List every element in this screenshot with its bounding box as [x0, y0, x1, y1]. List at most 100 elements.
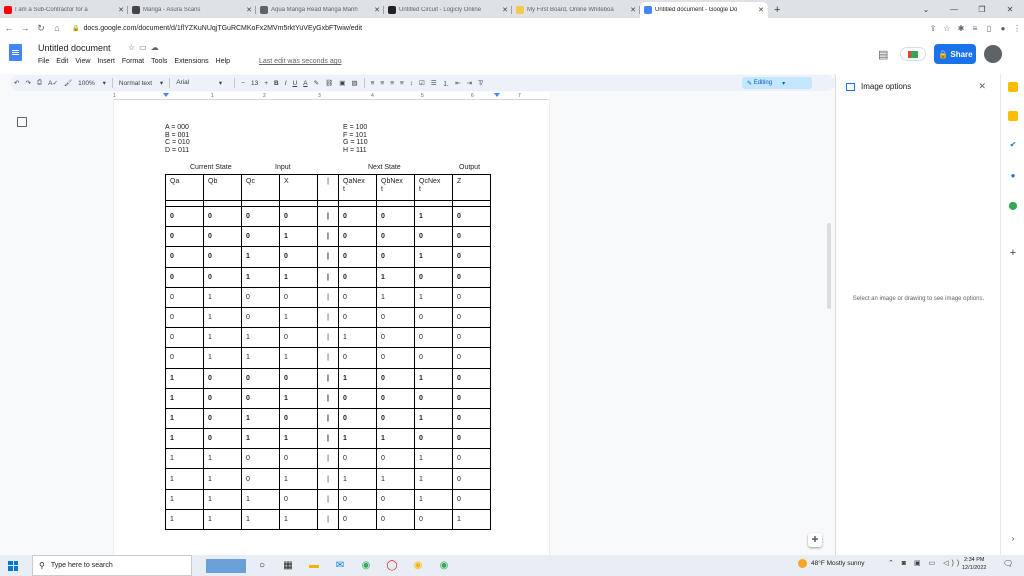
table-cell[interactable]: 1	[376, 266, 415, 288]
decrease-size-icon[interactable]: −	[241, 80, 245, 87]
table-cell[interactable]: 1	[414, 367, 453, 389]
text-color-icon[interactable]: A	[303, 80, 307, 87]
table-cell[interactable]: |	[317, 226, 339, 248]
keep-icon[interactable]	[1008, 111, 1018, 121]
opera-icon[interactable]: ◯	[382, 559, 402, 573]
browser-menu-icon[interactable]: ⋮	[1010, 24, 1024, 33]
menu-insert[interactable]: Insert	[97, 58, 115, 65]
table-cell[interactable]: 0	[279, 488, 318, 510]
table-cell[interactable]: 0	[452, 266, 491, 288]
table-cell[interactable]: |	[317, 327, 339, 349]
justify-icon[interactable]: ≡	[400, 80, 404, 87]
table-cell[interactable]: |	[317, 266, 339, 288]
increase-indent-icon[interactable]: ⇥	[467, 79, 472, 87]
zoom-select[interactable]: 100% ▾	[78, 79, 106, 87]
tab-search-icon[interactable]: ⌄	[912, 5, 940, 14]
table-cell[interactable]: 0	[452, 306, 491, 329]
lock-icon[interactable]: 🔒	[72, 25, 79, 32]
restore-icon[interactable]: ❐	[968, 5, 996, 14]
table-cell[interactable]: 0	[376, 367, 415, 389]
table-cell[interactable]: 0	[376, 205, 415, 228]
table-cell[interactable]: 1	[165, 387, 204, 409]
table-cell[interactable]: 0	[338, 205, 377, 228]
table-cell[interactable]: |	[317, 508, 339, 531]
menu-file[interactable]: File	[38, 58, 49, 65]
side-panel-icon[interactable]: ▯	[982, 24, 996, 33]
table-cell[interactable]: 1	[338, 327, 377, 349]
undo-icon[interactable]: ↶	[14, 79, 19, 87]
table-cell[interactable]: 1	[279, 428, 318, 450]
back-icon[interactable]: ←	[2, 23, 16, 33]
taskbar-search-input[interactable]: ⚲ Type here to search	[32, 555, 192, 576]
table-cell[interactable]: |	[317, 448, 339, 470]
browser-tab[interactable]: Aqua Manga Read Manga Manh ✕	[256, 2, 384, 18]
table-cell[interactable]: 0	[165, 226, 204, 248]
close-icon[interactable]: ✕	[978, 81, 986, 92]
table-cell[interactable]: 0	[165, 246, 204, 268]
table-cell[interactable]: 0	[452, 468, 491, 490]
table-cell[interactable]: 1	[376, 428, 415, 450]
close-tab-icon[interactable]: ✕	[758, 6, 764, 14]
table-cell[interactable]: 0	[414, 347, 453, 369]
calendar-icon[interactable]	[1008, 82, 1018, 92]
table-cell[interactable]: |	[317, 246, 339, 268]
table-cell[interactable]: 0	[338, 226, 377, 248]
table-cell[interactable]: |	[317, 367, 339, 389]
table-cell[interactable]: 0	[165, 266, 204, 288]
table-cell[interactable]: 1	[241, 407, 280, 430]
table-cell[interactable]: 0	[376, 226, 415, 248]
table-cell[interactable]: 0	[241, 306, 280, 329]
table-cell[interactable]: 0	[241, 468, 280, 490]
table-cell[interactable]: 0	[376, 488, 415, 510]
table-cell[interactable]: 1	[279, 468, 318, 490]
table-cell[interactable]: |	[317, 306, 339, 329]
table-cell[interactable]: 0	[165, 306, 204, 329]
table-cell[interactable]: 0	[376, 306, 415, 329]
table-cell[interactable]: 1	[414, 205, 453, 228]
table-cell[interactable]: 1	[414, 286, 453, 308]
font-select[interactable]: Arial ▾	[176, 79, 228, 87]
cloud-status-icon[interactable]: ☁	[151, 43, 163, 52]
table-cell[interactable]: 1	[279, 347, 318, 369]
table-cell[interactable]: 0	[338, 306, 377, 329]
table-cell[interactable]: 1	[376, 286, 415, 308]
table-cell[interactable]: 1	[279, 306, 318, 329]
table-cell[interactable]: 1	[203, 508, 242, 531]
table-cell[interactable]: 1	[414, 448, 453, 470]
table-cell[interactable]: 0	[203, 246, 242, 268]
font-size-input[interactable]: 13	[251, 80, 258, 87]
bullet-list-icon[interactable]: ☰	[431, 79, 437, 87]
table-cell[interactable]: 0	[279, 286, 318, 308]
start-icon[interactable]	[8, 560, 18, 571]
paint-format-icon[interactable]: 🖌	[64, 79, 72, 87]
table-cell[interactable]: 0	[279, 448, 318, 470]
comments-icon[interactable]: ▤	[878, 48, 888, 61]
mail-icon[interactable]: ✉	[330, 559, 350, 573]
browser-tab[interactable]: My First Board, Online Whiteboa ✕	[512, 2, 640, 18]
docs-logo-icon[interactable]	[9, 44, 22, 61]
table-cell[interactable]: 0	[452, 205, 491, 228]
file-explorer-icon[interactable]: ▬	[304, 559, 324, 573]
table-cell[interactable]: 0	[338, 488, 377, 510]
maps-icon[interactable]: ⬤	[1008, 201, 1018, 211]
table-cell[interactable]: 1	[165, 448, 204, 470]
table-cell[interactable]: 1	[165, 508, 204, 531]
weather-widget-icon[interactable]	[206, 558, 246, 573]
table-cell[interactable]: 1	[241, 508, 280, 531]
document-page[interactable]: A = 000 B = 001 C = 010 D = 011 E = 100 F = …	[114, 100, 549, 560]
print-icon[interactable]: ⎙	[37, 79, 42, 87]
insert-image-icon[interactable]: ▨	[351, 79, 357, 87]
table-cell[interactable]: 0	[414, 387, 453, 409]
extension-icon[interactable]: ✱	[954, 24, 968, 33]
table-cell[interactable]: 0	[279, 407, 318, 430]
table-cell[interactable]: 1	[414, 488, 453, 510]
table-cell[interactable]: 0	[376, 327, 415, 349]
tasks-icon[interactable]: ✔	[1008, 140, 1018, 150]
table-cell[interactable]: 1	[203, 306, 242, 329]
chrome-profile-icon[interactable]: ◉	[434, 559, 454, 573]
browser-tab[interactable]: Untitled document - Google Do ✕	[640, 2, 768, 18]
table-cell[interactable]: 1	[241, 327, 280, 349]
table-cell[interactable]: 1	[241, 347, 280, 369]
underline-icon[interactable]: U	[293, 80, 298, 87]
table-cell[interactable]: 1	[203, 327, 242, 349]
